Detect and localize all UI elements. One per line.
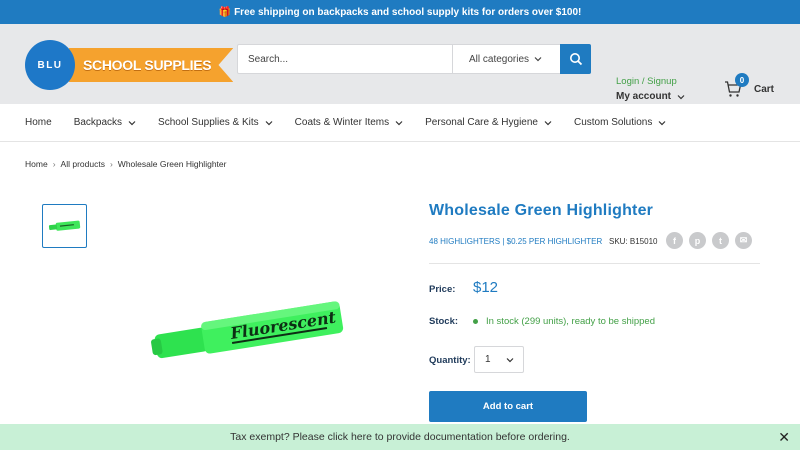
stock-status: In stock (299 units), ready to be shippe… [473,316,655,327]
nav-item-personal-care[interactable]: Personal Care & Hygiene [425,117,552,128]
nav-item-home[interactable]: Home [25,117,52,128]
logo-circle: BLU [25,40,75,90]
category-select-label: All categories [469,53,530,65]
nav-item-coats[interactable]: Coats & Winter Items [295,117,403,128]
share-buttons: f p t ✉ [666,232,752,249]
highlighter-image [48,220,80,231]
nav-item-custom-solutions[interactable]: Custom Solutions [574,117,666,128]
site-header: BLU SCHOOL SUPPLIES All categories Login… [0,24,800,104]
close-icon[interactable]: ✕ [778,429,790,446]
quantity-label: Quantity: [429,355,471,366]
facebook-icon[interactable]: f [666,232,683,249]
site-logo[interactable]: BLU SCHOOL SUPPLIES [25,40,234,90]
cart-icon: 0 [724,73,749,98]
gift-icon: 🎁 [218,6,232,18]
search-button[interactable] [560,44,591,74]
nav-item-school-supplies[interactable]: School Supplies & Kits [158,117,273,128]
product-title: Wholesale Green Highlighter [429,202,654,219]
announcement-bar: 🎁 Free shipping on backpacks and school … [0,0,800,24]
stock-dot-icon [473,319,478,324]
tax-exempt-banner[interactable]: Tax exempt? Please click here to provide… [0,424,800,450]
main-nav: Home Backpacks School Supplies & Kits Co… [0,104,800,142]
chevron-down-icon [534,57,542,62]
breadcrumb: Home › All products › Wholesale Green Hi… [25,159,226,169]
nav-item-label: Backpacks [73,117,123,128]
breadcrumb-current: Wholesale Green Highlighter [117,159,227,169]
login-link[interactable]: Login / Signup [616,76,685,87]
logo-banner-text: SCHOOL SUPPLIES [83,57,212,73]
product-thumbnail[interactable] [42,204,87,248]
chevron-down-icon [677,94,685,99]
search-input[interactable] [238,45,452,73]
nav-item-label: Coats & Winter Items [294,117,390,128]
cart-label: Cart [754,83,775,95]
chevron-down-icon [395,120,403,125]
twitter-icon[interactable]: t [712,232,729,249]
logo-banner: SCHOOL SUPPLIES [69,48,234,82]
cart-count-badge: 0 [735,73,749,87]
chevron-down-icon [128,120,136,125]
stock-label: Stock: [429,316,459,327]
tax-exempt-text[interactable]: Tax exempt? Please click here to provide… [230,431,570,443]
my-account-label: My account [616,91,672,102]
chevron-right-icon: › [52,159,56,169]
nav-item-label: Home [25,117,52,128]
cart-button[interactable]: 0 Cart [724,73,775,98]
chevron-down-icon [265,120,273,125]
highlighter-image: Fluorescent [151,301,344,359]
search-icon [569,53,582,66]
breadcrumb-all-products[interactable]: All products [61,159,105,169]
nav-item-label: Custom Solutions [573,117,653,128]
category-select[interactable]: All categories [452,45,560,73]
nav-item-label: School Supplies & Kits [158,117,259,128]
product-sku: SKU: B15010 [609,237,658,246]
breadcrumb-home[interactable]: Home [25,159,48,169]
chevron-right-icon: › [109,159,113,169]
quantity-select[interactable]: 1 [474,346,524,373]
divider [429,263,760,264]
my-account-dropdown[interactable]: My account [616,91,685,102]
account-menu[interactable]: Login / Signup My account [616,76,685,102]
chevron-down-icon [544,120,552,125]
product-price: $12 [473,279,499,296]
quantity-value: 1 [485,354,491,365]
search-bar: All categories [237,44,591,74]
chevron-down-icon [658,120,666,125]
nav-item-label: Personal Care & Hygiene [425,117,538,128]
price-label: Price: [429,284,456,295]
pinterest-icon[interactable]: p [689,232,706,249]
announcement-text: Free shipping on backpacks and school su… [234,6,582,18]
add-to-cart-button[interactable]: Add to cart [429,391,587,422]
product-main-image[interactable]: Fluorescent [150,296,350,365]
product-subtitle-link[interactable]: 48 HIGHLIGHTERS | $0.25 PER HIGHLIGHTER [429,237,602,246]
email-icon[interactable]: ✉ [735,232,752,249]
nav-item-backpacks[interactable]: Backpacks [74,117,136,128]
stock-status-text: In stock (299 units), ready to be shippe… [486,316,655,327]
chevron-down-icon [506,357,514,362]
